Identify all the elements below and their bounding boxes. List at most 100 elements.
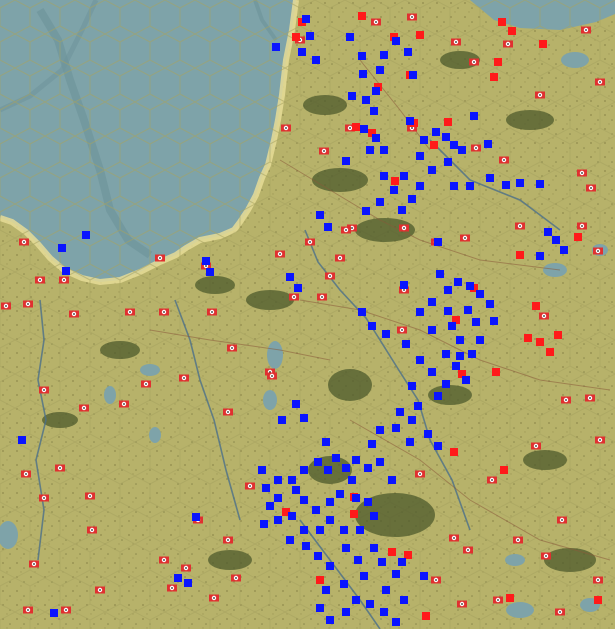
blue-unit-marker[interactable] (346, 33, 354, 41)
town-marker-icon[interactable] (317, 293, 327, 301)
blue-unit-marker[interactable] (302, 15, 310, 23)
blue-unit-marker[interactable] (408, 195, 416, 203)
red-unit-marker[interactable] (444, 118, 452, 126)
blue-unit-marker[interactable] (444, 158, 452, 166)
blue-unit-marker[interactable] (376, 198, 384, 206)
red-unit-marker[interactable] (352, 123, 360, 131)
town-marker-icon[interactable] (581, 26, 591, 34)
town-marker-icon[interactable] (141, 380, 151, 388)
town-marker-icon[interactable] (155, 254, 165, 262)
blue-unit-marker[interactable] (300, 526, 308, 534)
blue-unit-marker[interactable] (380, 172, 388, 180)
red-unit-marker[interactable] (574, 233, 582, 241)
blue-unit-marker[interactable] (464, 306, 472, 314)
town-marker-icon[interactable] (207, 308, 217, 316)
town-marker-icon[interactable] (245, 482, 255, 490)
blue-unit-marker[interactable] (206, 268, 214, 276)
blue-unit-marker[interactable] (444, 307, 452, 315)
red-unit-marker[interactable] (416, 31, 424, 39)
blue-unit-marker[interactable] (404, 48, 412, 56)
town-marker-icon[interactable] (289, 293, 299, 301)
red-unit-marker[interactable] (492, 368, 500, 376)
town-marker-icon[interactable] (305, 238, 315, 246)
town-marker-icon[interactable] (231, 574, 241, 582)
town-marker-icon[interactable] (397, 326, 407, 334)
blue-unit-marker[interactable] (324, 466, 332, 474)
red-unit-marker[interactable] (358, 12, 366, 20)
town-marker-icon[interactable] (223, 536, 233, 544)
blue-unit-marker[interactable] (392, 570, 400, 578)
red-unit-marker[interactable] (430, 141, 438, 149)
blue-unit-marker[interactable] (408, 382, 416, 390)
town-marker-icon[interactable] (449, 534, 459, 542)
blue-unit-marker[interactable] (428, 368, 436, 376)
town-marker-icon[interactable] (407, 13, 417, 21)
blue-unit-marker[interactable] (362, 96, 370, 104)
blue-unit-marker[interactable] (82, 231, 90, 239)
town-marker-icon[interactable] (227, 344, 237, 352)
blue-unit-marker[interactable] (536, 252, 544, 260)
town-marker-icon[interactable] (371, 18, 381, 26)
blue-unit-marker[interactable] (472, 318, 480, 326)
blue-unit-marker[interactable] (536, 180, 544, 188)
blue-unit-marker[interactable] (456, 336, 464, 344)
blue-unit-marker[interactable] (380, 608, 388, 616)
blue-unit-marker[interactable] (380, 146, 388, 154)
blue-unit-marker[interactable] (336, 490, 344, 498)
blue-unit-marker[interactable] (432, 128, 440, 136)
blue-unit-marker[interactable] (402, 340, 410, 348)
blue-unit-marker[interactable] (302, 542, 310, 550)
blue-unit-marker[interactable] (392, 424, 400, 432)
blue-unit-marker[interactable] (364, 464, 372, 472)
town-marker-icon[interactable] (585, 394, 595, 402)
town-marker-icon[interactable] (223, 408, 233, 416)
red-unit-marker[interactable] (494, 58, 502, 66)
blue-unit-marker[interactable] (486, 174, 494, 182)
town-marker-icon[interactable] (493, 596, 503, 604)
town-marker-icon[interactable] (463, 546, 473, 554)
blue-unit-marker[interactable] (300, 414, 308, 422)
blue-unit-marker[interactable] (442, 380, 450, 388)
blue-unit-marker[interactable] (288, 476, 296, 484)
blue-unit-marker[interactable] (62, 267, 70, 275)
blue-unit-marker[interactable] (202, 257, 210, 265)
blue-unit-marker[interactable] (274, 516, 282, 524)
red-unit-marker[interactable] (422, 612, 430, 620)
town-marker-icon[interactable] (460, 234, 470, 242)
town-marker-icon[interactable] (513, 536, 523, 544)
blue-unit-marker[interactable] (416, 308, 424, 316)
blue-unit-marker[interactable] (428, 326, 436, 334)
blue-unit-marker[interactable] (316, 211, 324, 219)
blue-unit-marker[interactable] (332, 454, 340, 462)
red-unit-marker[interactable] (316, 576, 324, 584)
blue-unit-marker[interactable] (396, 408, 404, 416)
blue-unit-marker[interactable] (416, 182, 424, 190)
town-marker-icon[interactable] (535, 91, 545, 99)
blue-unit-marker[interactable] (442, 350, 450, 358)
blue-unit-marker[interactable] (368, 322, 376, 330)
blue-unit-marker[interactable] (326, 498, 334, 506)
blue-unit-marker[interactable] (354, 556, 362, 564)
red-unit-marker[interactable] (498, 18, 506, 26)
blue-unit-marker[interactable] (274, 494, 282, 502)
town-marker-icon[interactable] (319, 147, 329, 155)
blue-unit-marker[interactable] (392, 618, 400, 626)
blue-unit-marker[interactable] (490, 317, 498, 325)
blue-unit-marker[interactable] (322, 438, 330, 446)
blue-unit-marker[interactable] (316, 604, 324, 612)
town-marker-icon[interactable] (281, 124, 291, 132)
blue-unit-marker[interactable] (502, 181, 510, 189)
town-marker-icon[interactable] (471, 144, 481, 152)
blue-unit-marker[interactable] (174, 574, 182, 582)
blue-unit-marker[interactable] (58, 244, 66, 252)
blue-unit-marker[interactable] (262, 484, 270, 492)
blue-unit-marker[interactable] (342, 608, 350, 616)
town-marker-icon[interactable] (19, 238, 29, 246)
town-marker-icon[interactable] (515, 222, 525, 230)
town-marker-icon[interactable] (159, 308, 169, 316)
blue-unit-marker[interactable] (470, 112, 478, 120)
blue-unit-marker[interactable] (466, 182, 474, 190)
blue-unit-marker[interactable] (408, 416, 416, 424)
town-marker-icon[interactable] (267, 372, 277, 380)
town-marker-icon[interactable] (451, 38, 461, 46)
